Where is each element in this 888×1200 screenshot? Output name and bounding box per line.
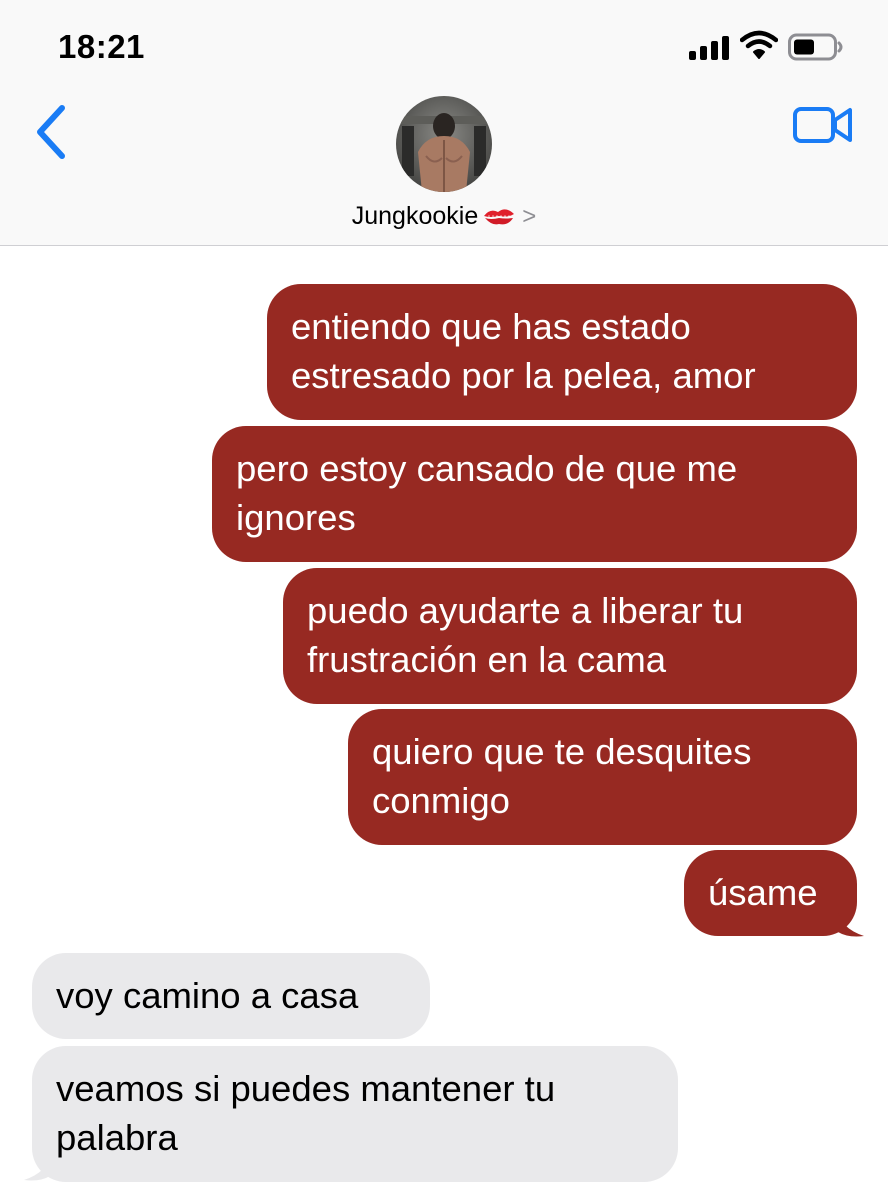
sent-message-bubble[interactable]: quiero que te desquites conmigo xyxy=(348,709,857,845)
status-bar: 18:21 xyxy=(0,0,888,96)
kiss-mark-icon xyxy=(482,206,516,228)
sent-message-bubble[interactable]: pero estoy cansado de que me ignores xyxy=(212,426,857,562)
received-message-bubble[interactable]: voy camino a casa xyxy=(32,953,430,1039)
received-bubble-tail xyxy=(24,1154,50,1181)
sent-message-bubble[interactable]: entiendo que has estado estresado por la… xyxy=(267,284,857,420)
contact-name: Jungkookie xyxy=(351,202,479,230)
message-thread[interactable]: entiendo que has estado estresado por la… xyxy=(0,246,888,1200)
sent-message-bubble[interactable]: puedo ayudarte a liberar tu frustración … xyxy=(283,568,857,704)
chevron-right-icon: > xyxy=(522,203,537,230)
sent-message-bubble[interactable]: úsame xyxy=(684,850,857,936)
status-time: 18:21 xyxy=(58,28,145,65)
cellular-signal-icon xyxy=(689,36,731,60)
battery-icon xyxy=(788,33,844,61)
received-message-bubble[interactable]: veamos si puedes mantener tu palabra xyxy=(32,1046,678,1182)
sent-bubble-tail xyxy=(838,910,864,937)
contact-name-row[interactable]: Jungkookie > xyxy=(0,202,888,231)
facetime-video-icon[interactable] xyxy=(792,102,854,148)
contact-avatar[interactable] xyxy=(396,96,492,192)
wifi-icon xyxy=(739,30,779,60)
back-chevron-icon[interactable] xyxy=(30,102,74,162)
